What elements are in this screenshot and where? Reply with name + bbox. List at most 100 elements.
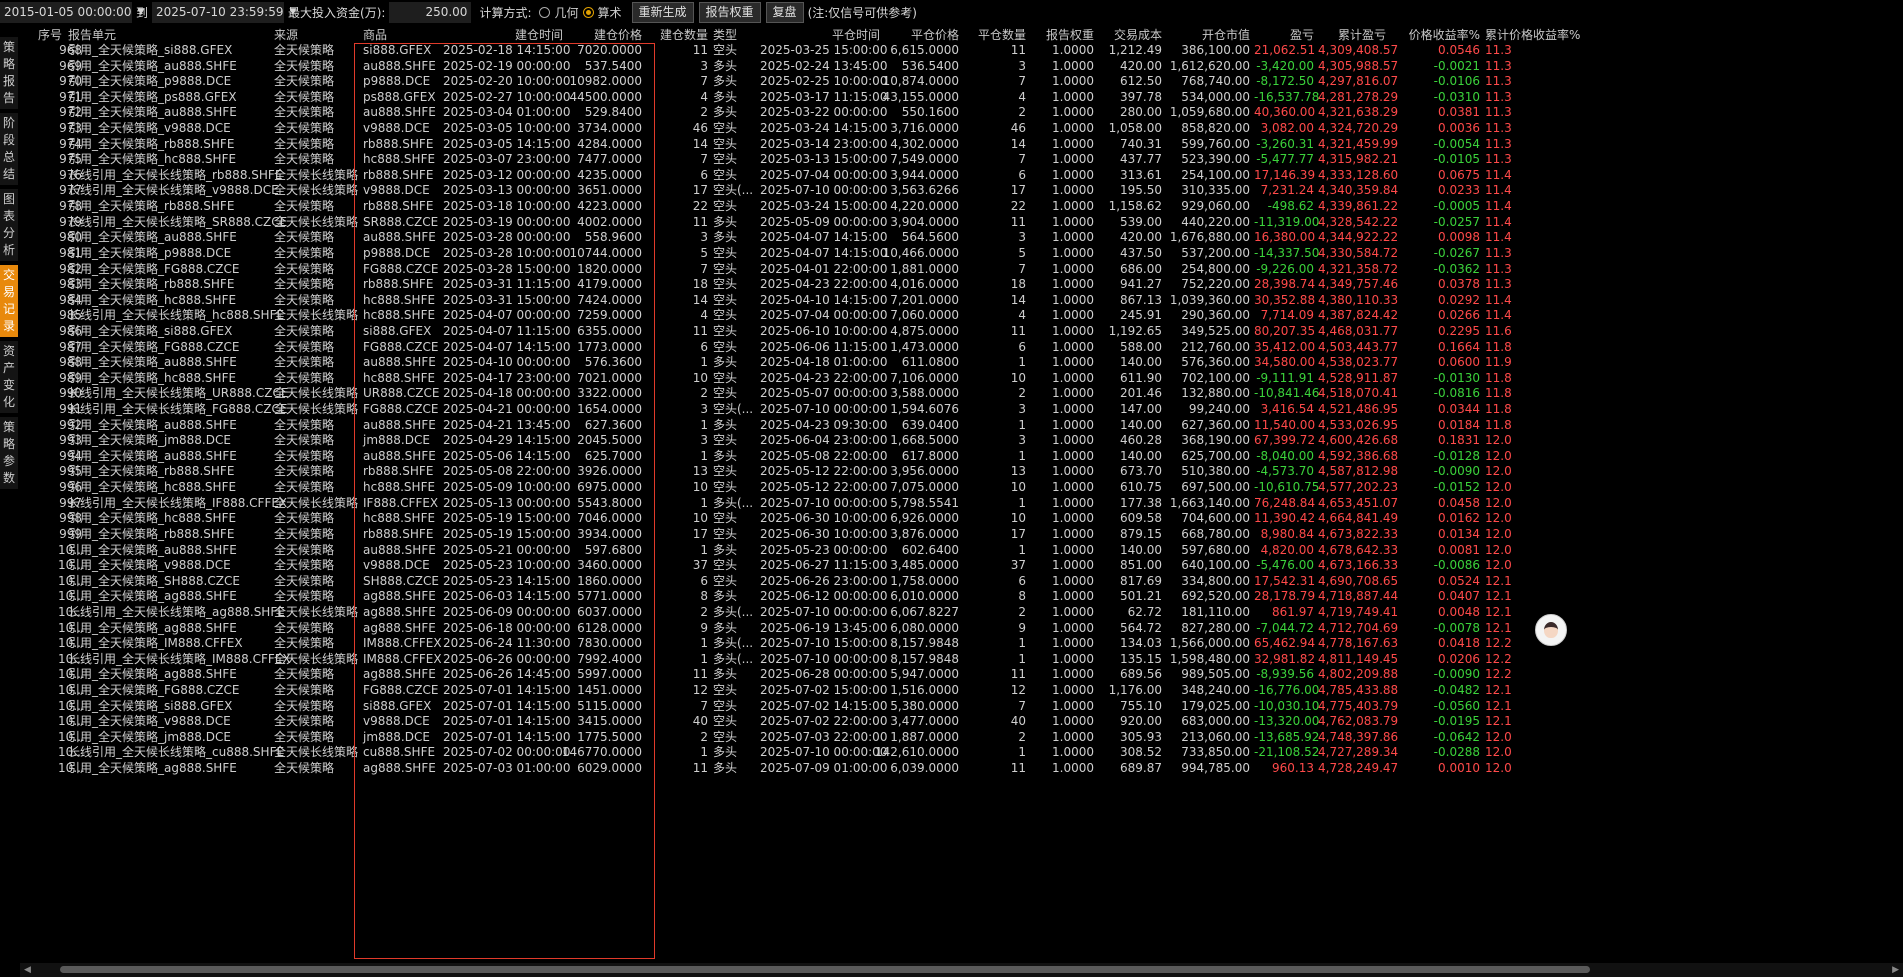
cell-weight: 1.0000: [1052, 729, 1094, 744]
sidebar-item-trade-records[interactable]: 交易记录: [0, 265, 18, 337]
table-row[interactable]: 970 引用_全天候策略_p9888.DCE 全天候策略 p9888.DCE 2025-…: [20, 74, 1903, 90]
cell-source: 全天候长线策略: [274, 214, 359, 229]
radio-arithmetic[interactable]: 算术: [582, 4, 622, 21]
header-col-open-qty[interactable]: 建仓数量: [644, 26, 708, 43]
cell-pnl: -13,320.00: [1254, 714, 1320, 729]
table-row[interactable]: 10... 引用_全天候策略_jm888.DCE 全天候策略 jm888.DCE 202…: [20, 730, 1903, 746]
sidebar-item-strategy-params[interactable]: 策略参数: [0, 417, 18, 489]
table-row[interactable]: 974 引用_全天候策略_rb888.SHFE 全天候策略 rb888.SHFE 202…: [20, 137, 1903, 153]
radio-geometric[interactable]: 几何: [539, 4, 579, 21]
cell-type: 空头: [713, 464, 738, 479]
avatar-face: [1544, 622, 1558, 638]
table-row[interactable]: 980 引用_全天候策略_au888.SHFE 全天候策略 au888.SHFE 202…: [20, 230, 1903, 246]
table-row[interactable]: 10... 引用_全天候策略_SH888.CZCE 全天候策略 SH888.CZCE 2…: [20, 574, 1903, 590]
table-row[interactable]: 994 引用_全天候策略_au888.SHFE 全天候策略 au888.SHFE 202…: [20, 449, 1903, 465]
header-col-unit[interactable]: 报告单元: [68, 26, 116, 43]
table-row[interactable]: 988 引用_全天候策略_au888.SHFE 全天候策略 au888.SHFE 202…: [20, 355, 1903, 371]
sidebar-item-stage-summary[interactable]: 阶段总结: [0, 113, 18, 185]
horizontal-scrollbar[interactable]: ◀ ▶: [20, 963, 1903, 977]
table-row[interactable]: 984 引用_全天候策略_hc888.SHFE 全天候策略 hc888.SHFE 202…: [20, 293, 1903, 309]
table-row[interactable]: 993 引用_全天候策略_jm888.DCE 全天候策略 jm888.DCE 2025-…: [20, 433, 1903, 449]
cell-unit: 引用_全天候策略_hc888.SHFE: [68, 511, 237, 526]
table-row[interactable]: 10... 引用_全天候策略_si888.GFEX 全天候策略 si888.GFEX 2…: [20, 699, 1903, 715]
table-row[interactable]: 985 长线引用_全天候长线策略_hc888.SHFE 全天候长线策略 hc888.S…: [20, 308, 1903, 324]
end-date-select[interactable]: 2025-07-10 23:59:59 ▼: [152, 1, 296, 23]
header-col-open-time[interactable]: 建仓时间: [493, 26, 563, 43]
table-row[interactable]: 995 引用_全天候策略_rb888.SHFE 全天候策略 rb888.SHFE 202…: [20, 464, 1903, 480]
table-row[interactable]: 10... 引用_全天候策略_IM888.CFFEX 全天候策略 IM888.CFFE…: [20, 636, 1903, 652]
start-date-select[interactable]: 2015-01-05 00:00:00 ▼: [0, 1, 144, 23]
table-row[interactable]: 977 长线引用_全天候长线策略_v9888.DCE 全天候长线策略 v9888.DC…: [20, 183, 1903, 199]
cell-pnl: -9,111.91: [1256, 370, 1314, 385]
header-col-weight[interactable]: 报告权重: [1030, 26, 1094, 43]
table-row[interactable]: 10... 长线引用_全天候长线策略_cu888.SHFE 全天候长线策略 cu888…: [20, 745, 1903, 761]
scrollbar-thumb[interactable]: [60, 966, 1590, 973]
header-col-cum-return[interactable]: 累计价格收益率%: [1485, 26, 1580, 43]
table-row[interactable]: 987 引用_全天候策略_FG888.CZCE 全天候策略 FG888.CZCE 202…: [20, 340, 1903, 356]
cell-close-price: 3,944.0000: [890, 167, 959, 182]
sidebar-item-chart-analysis[interactable]: 图表分析: [0, 189, 18, 261]
table-row[interactable]: 10... 长线引用_全天候长线策略_IM888.CFFEX 全天候长线策略 IM88…: [20, 652, 1903, 668]
table-row[interactable]: 10... 长线引用_全天候长线策略_ag888.SHFE 全天候长线策略 ag888…: [20, 605, 1903, 621]
max-capital-input[interactable]: 250.00: [389, 1, 472, 23]
table-row[interactable]: 978 引用_全天候策略_rb888.SHFE 全天候策略 rb888.SHFE 202…: [20, 199, 1903, 215]
header-col-symbol[interactable]: 商品: [363, 26, 387, 43]
cell-cost: 201.46: [1120, 386, 1162, 401]
table-row[interactable]: 972 引用_全天候策略_au888.SHFE 全天候策略 au888.SHFE 202…: [20, 105, 1903, 121]
table-row[interactable]: 992 引用_全天候策略_au888.SHFE 全天候策略 au888.SHFE 202…: [20, 418, 1903, 434]
table-row[interactable]: 979 长线引用_全天候长线策略_SR888.CZCE 全天候长线策略 SR888.C…: [20, 215, 1903, 231]
header-col-pnl[interactable]: 盈亏: [1254, 26, 1314, 43]
cell-symbol: au888.SHFE: [363, 230, 436, 245]
table-row[interactable]: 999 引用_全天候策略_rb888.SHFE 全天候策略 rb888.SHFE 202…: [20, 527, 1903, 543]
table-row[interactable]: 10... 引用_全天候策略_au888.SHFE 全天候策略 au888.SHFE 2…: [20, 543, 1903, 559]
table-row[interactable]: 986 引用_全天候策略_si888.GFEX 全天候策略 si888.GFEX 202…: [20, 324, 1903, 340]
header-col-open-price[interactable]: 建仓价格: [572, 26, 642, 43]
table-row[interactable]: 996 引用_全天候策略_hc888.SHFE 全天候策略 hc888.SHFE 202…: [20, 480, 1903, 496]
table-row[interactable]: 10... 引用_全天候策略_v9888.DCE 全天候策略 v9888.DCE 202…: [20, 714, 1903, 730]
table-row[interactable]: 990 长线引用_全天候长线策略_UR888.CZCE 全天候长线策略 UR888.C…: [20, 386, 1903, 402]
header-col-seq[interactable]: 序号: [38, 26, 62, 43]
header-col-type[interactable]: 类型: [713, 26, 737, 43]
cell-cum-pnl: 4,315,982.21: [1318, 152, 1399, 167]
header-col-close-price[interactable]: 平仓价格: [865, 26, 959, 43]
table-row[interactable]: 989 引用_全天候策略_hc888.SHFE 全天候策略 hc888.SHFE 202…: [20, 371, 1903, 387]
table-row[interactable]: 10... 引用_全天候策略_ag888.SHFE 全天候策略 ag888.SHFE 2…: [20, 621, 1903, 637]
header-col-cost[interactable]: 交易成本: [1100, 26, 1162, 43]
regenerate-button[interactable]: 重新生成: [631, 1, 694, 23]
table-row[interactable]: 10... 引用_全天候策略_ag888.SHFE 全天候策略 ag888.SHFE 2…: [20, 667, 1903, 683]
table-row[interactable]: 969 引用_全天候策略_au888.SHFE 全天候策略 au888.SHFE 202…: [20, 59, 1903, 75]
assistant-avatar-icon[interactable]: [1535, 614, 1567, 646]
sidebar-item-strategy-report[interactable]: 策略报告: [0, 37, 18, 109]
table-row[interactable]: 10... 引用_全天候策略_v9888.DCE 全天候策略 v9888.DCE 202…: [20, 558, 1903, 574]
table-row[interactable]: 10... 引用_全天候策略_ag888.SHFE 全天候策略 ag888.SHFE 2…: [20, 761, 1903, 777]
table-row[interactable]: 10... 引用_全天候策略_ag888.SHFE 全天候策略 ag888.SHFE 2…: [20, 589, 1903, 605]
table-row[interactable]: 983 引用_全天候策略_rb888.SHFE 全天候策略 rb888.SHFE 202…: [20, 277, 1903, 293]
header-col-return[interactable]: 价格收益率%: [1392, 26, 1480, 43]
table-row[interactable]: 971 引用_全天候策略_ps888.GFEX 全天候策略 ps888.GFEX 202…: [20, 90, 1903, 106]
header-col-source[interactable]: 来源: [274, 26, 298, 43]
table-row[interactable]: 981 引用_全天候策略_p9888.DCE 全天候策略 p9888.DCE 2025-…: [20, 246, 1903, 262]
replay-button[interactable]: 复盘: [765, 1, 804, 23]
table-row[interactable]: 968 引用_全天候策略_si888.GFEX 全天候策略 si888.GFEX 202…: [20, 43, 1903, 59]
table-row[interactable]: 976 长线引用_全天候长线策略_rb888.SHFE 全天候长线策略 rb888.S…: [20, 168, 1903, 184]
table-row[interactable]: 10... 引用_全天候策略_FG888.CZCE 全天候策略 FG888.CZCE 2…: [20, 683, 1903, 699]
header-col-open-value[interactable]: 开仓市值: [1165, 26, 1250, 43]
cell-open-qty: 11: [692, 214, 708, 229]
header-col-close-qty[interactable]: 平仓数量: [964, 26, 1026, 43]
arrow-left-icon[interactable]: ◀: [24, 963, 31, 977]
table-row[interactable]: 997 长线引用_全天候长线策略_IF888.CFFEX 全天候长线策略 IF888.…: [20, 496, 1903, 512]
table-row[interactable]: 975 引用_全天候策略_hc888.SHFE 全天候策略 hc888.SHFE 202…: [20, 152, 1903, 168]
table-row[interactable]: 982 引用_全天候策略_FG888.CZCE 全天候策略 FG888.CZCE 202…: [20, 262, 1903, 278]
sidebar-item-asset-changes[interactable]: 资产变化: [0, 341, 18, 413]
cell-cum-pnl: 4,673,822.33: [1318, 526, 1399, 541]
cell-return: 0.0344: [1438, 402, 1480, 417]
report-weight-button[interactable]: 报告权重: [698, 1, 761, 23]
cell-weight: 1.0000: [1052, 417, 1094, 432]
table-row[interactable]: 998 引用_全天候策略_hc888.SHFE 全天候策略 hc888.SHFE 202…: [20, 511, 1903, 527]
table-row[interactable]: 973 引用_全天候策略_v9888.DCE 全天候策略 v9888.DCE 2025-…: [20, 121, 1903, 137]
cell-source: 全天候策略: [274, 761, 335, 776]
table-row[interactable]: 991 长线引用_全天候长线策略_FG888.CZCE 全天候长线策略 FG888.C…: [20, 402, 1903, 418]
arrow-right-icon[interactable]: ▶: [1892, 963, 1899, 977]
header-col-cum-pnl[interactable]: 累计盈亏: [1318, 26, 1386, 43]
cell-weight: 1.0000: [1052, 745, 1094, 760]
